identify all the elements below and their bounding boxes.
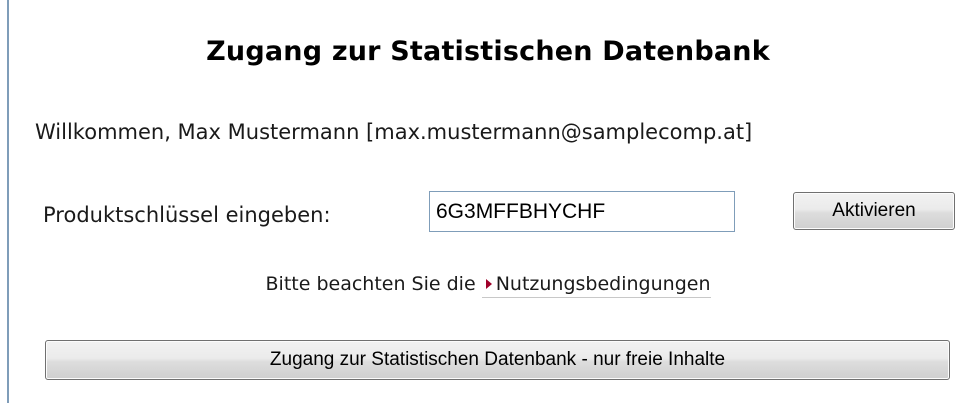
terms-notice: Bitte beachten Sie die Nutzungsbedingung…	[9, 273, 967, 298]
terms-link[interactable]: Nutzungsbedingungen	[481, 273, 711, 298]
access-panel: Zugang zur Statistischen Datenbank Willk…	[7, 0, 965, 403]
product-key-input[interactable]	[429, 191, 735, 232]
red-arrow-icon	[485, 279, 492, 289]
free-content-access-button[interactable]: Zugang zur Statistischen Datenbank - nur…	[45, 340, 950, 380]
activate-button[interactable]: Aktivieren	[793, 192, 955, 230]
product-key-label: Produktschlüssel eingeben:	[43, 203, 331, 227]
page-title: Zugang zur Statistischen Datenbank	[206, 36, 770, 67]
welcome-message: Willkommen, Max Mustermann [max.musterma…	[35, 120, 753, 144]
terms-prefix: Bitte beachten Sie die	[265, 273, 476, 295]
terms-link-label: Nutzungsbedingungen	[495, 273, 711, 295]
